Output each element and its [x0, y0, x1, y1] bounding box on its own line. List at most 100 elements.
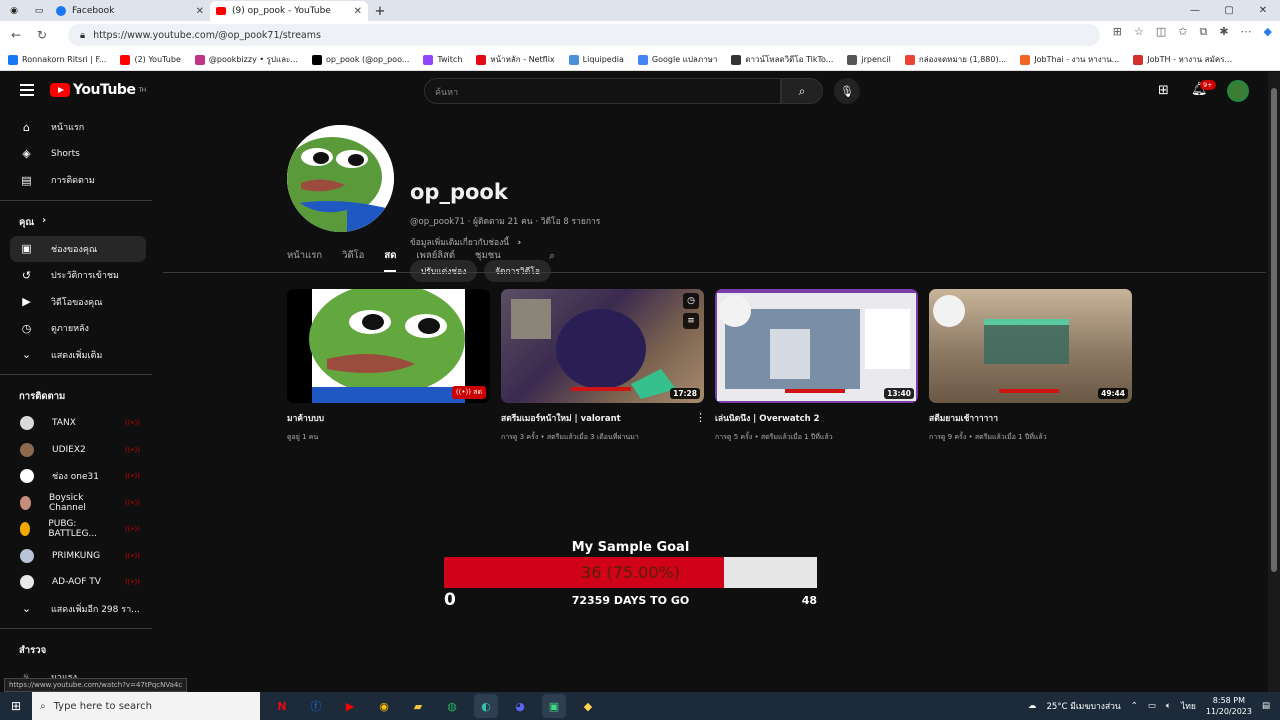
split-screen-icon[interactable]: ◫ [1156, 25, 1166, 39]
channel-tab[interactable]: เพลย์ลิสต์ [416, 248, 455, 272]
bookmark-item[interactable]: Ronnakorn Ritsri | F... [8, 54, 106, 65]
network-icon[interactable]: ▭ [1148, 701, 1156, 711]
search-icon[interactable]: ⌕ [781, 78, 823, 104]
sidebar-item[interactable]: ▶ วิดีโอของคุณ [10, 289, 146, 316]
video-card[interactable]: ◷ ≡ 17:28 สตรีมเมอร์หน้าใหม่ | valorant … [501, 289, 706, 443]
bookmark-item[interactable]: JobThai - งาน หางาน... [1020, 53, 1119, 66]
video-title[interactable]: สตีมยามเช้าาาาาา [929, 411, 1132, 425]
video-title[interactable]: สตรีมเมอร์หน้าใหม่ | valorant [501, 411, 704, 425]
bookmark-item[interactable]: jrpencil [847, 54, 891, 65]
sidebar-you-heading[interactable]: คุณ › [0, 207, 152, 236]
youtube-logo[interactable]: YouTube TH [50, 82, 146, 98]
sidebar-item[interactable]: ◷ ดูภายหลัง [10, 315, 146, 342]
subscription-item[interactable]: PUBG: BATTLEG... ((•)) [10, 516, 146, 543]
sidebar-item[interactable]: ⌄ แสดงเพิ่มอีก 298 รา... [10, 596, 146, 623]
create-icon[interactable]: ⊞ [1158, 83, 1169, 98]
video-thumbnail[interactable]: 13:40 [715, 289, 918, 403]
weather-text[interactable]: 25°C มีเมฆบางส่วน [1047, 699, 1121, 713]
clock[interactable]: 8:58 PM 11/20/2023 [1206, 695, 1252, 717]
discord-icon[interactable]: ◕ [508, 694, 532, 718]
subscription-item[interactable]: PRIMKUNG ((•)) [10, 543, 146, 570]
subscription-item[interactable]: Boysick Channel ((•)) [10, 490, 146, 517]
bookmark-item[interactable]: Twitch [423, 54, 462, 65]
taskbar-search[interactable]: ⌕ Type here to search [32, 692, 260, 720]
collections-icon[interactable]: ⧉ [1199, 25, 1207, 39]
bookmark-item[interactable]: กล่องจดหมาย (1,880)... [904, 53, 1006, 66]
reload-icon[interactable]: ↻ [32, 28, 52, 42]
video-title[interactable]: เล่นนิดนึง | Overwatch 2 [715, 411, 918, 425]
file-explorer-icon[interactable]: ▰ [406, 694, 430, 718]
tab-overview-icon[interactable]: ▭ [28, 1, 50, 21]
sidebar-item[interactable]: ▣ ช่องของคุณ [10, 235, 146, 262]
app-icon[interactable]: ⊞ [1113, 25, 1122, 39]
close-window-icon[interactable]: ✕ [1246, 0, 1280, 20]
minimize-icon[interactable]: — [1178, 0, 1212, 20]
more-actions-icon[interactable]: ⋮ [695, 411, 706, 424]
bookmark-item[interactable]: Google แปลภาษา [637, 53, 717, 66]
back-icon[interactable]: ← [6, 28, 26, 42]
menu-icon[interactable]: ⋯ [1241, 25, 1252, 39]
tab-search-icon[interactable]: ⌕ [549, 249, 555, 263]
bookmark-item[interactable]: @pookbizzy • รูปและ... [194, 53, 298, 66]
netflix-icon[interactable]: N [270, 694, 294, 718]
channel-tab[interactable]: สด [384, 248, 397, 272]
profile-icon[interactable]: ◉ [0, 1, 28, 21]
close-tab-icon[interactable]: ✕ [354, 6, 362, 17]
extensions-icon[interactable]: ✱ [1219, 25, 1228, 39]
windows-start-icon[interactable]: ⊞ [0, 699, 32, 713]
maximize-icon[interactable]: ▢ [1212, 0, 1246, 20]
notification-center-icon[interactable]: ▤ [1262, 701, 1270, 711]
volume-icon[interactable]: 🔈︎ [1166, 701, 1171, 711]
subscription-item[interactable]: AD-AOF TV ((•)) [10, 569, 146, 596]
video-card[interactable]: 13:40 เล่นนิดนึง | Overwatch 2 การดู 5 ค… [715, 289, 918, 443]
bookmark-item[interactable]: Liquipedia [568, 54, 624, 65]
youtube-icon[interactable]: ▶ [338, 694, 362, 718]
spotify-icon[interactable]: ◍ [440, 694, 464, 718]
more-about-link[interactable]: ข้อมูลเพิ่มเติมเกี่ยวกับช่องนี้ › [410, 235, 521, 249]
sidebar-item[interactable]: ▤ การติดตาม [10, 167, 146, 194]
bookmark-item[interactable]: ดาวน์โหลดวิดีโอ TikTo... [731, 53, 833, 66]
sidebar-item[interactable]: ↺ ประวัติการเข้าชม [10, 262, 146, 289]
video-thumbnail[interactable]: ◷ ≡ 17:28 [501, 289, 704, 403]
new-tab-button[interactable]: + [368, 1, 392, 21]
sidebar-item[interactable]: ⌂ หน้าแรก [10, 114, 146, 141]
search-input[interactable]: ค้นหา [424, 78, 781, 104]
bookmark-item[interactable]: หน้าหลัก - Netflix [476, 53, 555, 66]
browser-tab-youtube[interactable]: (9) op_pook - YouTube ✕ [210, 1, 368, 21]
bookmark-item[interactable]: JobTH - หางาน สมัคร... [1133, 53, 1232, 66]
browser-tab-facebook[interactable]: Facebook ✕ [50, 1, 210, 21]
favorites-icon[interactable]: ☆ [1134, 25, 1144, 39]
subscription-item[interactable]: ช่อง one31 ((•)) [10, 463, 146, 490]
favorites-bar-icon[interactable]: ✩ [1178, 25, 1187, 39]
video-card[interactable]: 49:44 สตีมยามเช้าาาาาา การดู 9 ครั้ง • ส… [929, 289, 1132, 443]
subscription-item[interactable]: UDIEX2 ((•)) [10, 437, 146, 464]
video-title[interactable]: มาค้าบบบ [287, 411, 490, 425]
stacked-app-icon[interactable]: ◆ [576, 694, 600, 718]
edge-icon[interactable]: ◐ [474, 694, 498, 718]
bookmark-item[interactable]: op_pook (@op_poo... [311, 54, 409, 65]
bookmark-item[interactable]: (2) YouTube [120, 54, 181, 65]
watch-later-icon[interactable]: ◷ [683, 293, 699, 309]
page-scrollbar[interactable] [1268, 72, 1280, 692]
account-avatar[interactable] [1227, 80, 1249, 102]
sidebar-item[interactable]: ⌄ แสดงเพิ่มเติม [10, 342, 146, 369]
channel-tab[interactable]: วิดีโอ [342, 248, 364, 272]
subscription-item[interactable]: TANX ((•)) [10, 410, 146, 437]
microphone-icon[interactable]: 🎙︎ [834, 78, 860, 104]
close-tab-icon[interactable]: ✕ [196, 6, 204, 17]
chevron-up-icon[interactable]: ⌃ [1131, 701, 1138, 711]
language-indicator[interactable]: ไทย [1181, 699, 1196, 713]
copilot-icon[interactable]: ◆ [1264, 25, 1272, 39]
chrome-icon[interactable]: ◉ [372, 694, 396, 718]
url-field[interactable]: 🔒︎ https://www.youtube.com/@op_pook71/st… [68, 24, 1100, 46]
scrollbar-thumb[interactable] [1271, 88, 1277, 572]
video-thumbnail[interactable]: 49:44 [929, 289, 1132, 403]
facebook-icon[interactable]: ⓕ [304, 694, 328, 718]
menu-icon[interactable] [20, 84, 34, 96]
video-thumbnail[interactable]: ((•)) สด [287, 289, 490, 403]
video-card[interactable]: ((•)) สด มาค้าบบบ ดูอยู่ 1 คน [287, 289, 490, 443]
channel-tab[interactable]: ชุมชน [475, 248, 501, 272]
add-to-queue-icon[interactable]: ≡ [683, 313, 699, 329]
sidebar-item[interactable]: ◈ Shorts [10, 141, 146, 168]
app-icon[interactable]: ▣ [542, 694, 566, 718]
